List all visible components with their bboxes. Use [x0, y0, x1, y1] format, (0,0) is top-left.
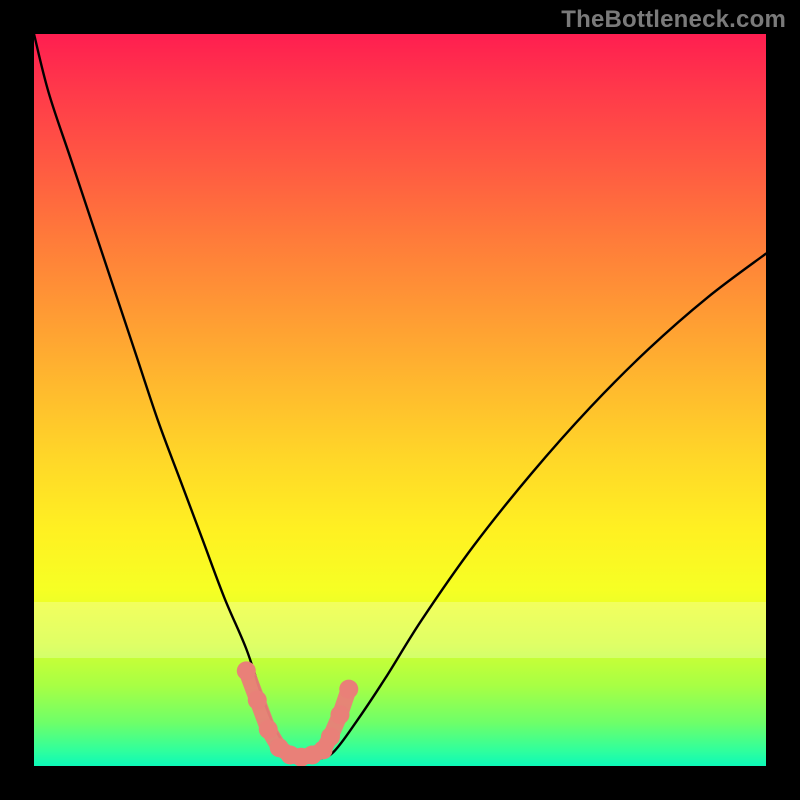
chart-frame: TheBottleneck.com [0, 0, 800, 800]
marker-point [248, 691, 267, 710]
bottleneck-curve [34, 34, 766, 760]
marker-point [237, 661, 256, 680]
marker-point [321, 727, 340, 746]
marker-point [339, 680, 358, 699]
plot-area [34, 34, 766, 766]
marker-point [330, 705, 349, 724]
marker-point [259, 720, 278, 739]
watermark-text: TheBottleneck.com [561, 6, 786, 34]
curve-layer [34, 34, 766, 766]
marker-group [237, 661, 358, 766]
